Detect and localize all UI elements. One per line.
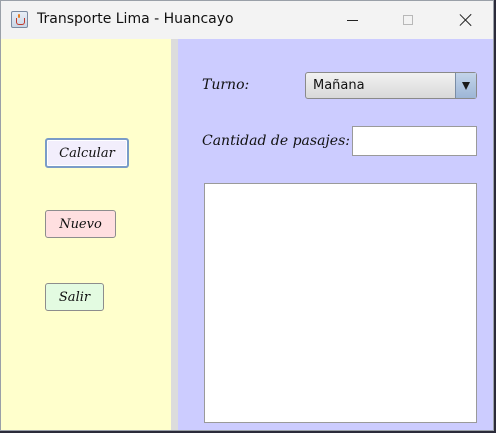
java-cup-icon bbox=[11, 11, 28, 28]
maximize-button[interactable] bbox=[385, 1, 431, 39]
turno-label: Turno: bbox=[202, 77, 250, 93]
cantidad-pasajes-input[interactable] bbox=[352, 126, 477, 156]
dropdown-arrow-icon[interactable] bbox=[455, 73, 476, 98]
cantidad-label: Cantidad de pasajes: bbox=[202, 133, 350, 149]
window-title: Transporte Lima - Huancayo bbox=[37, 11, 234, 27]
salir-button[interactable]: Salir bbox=[45, 283, 104, 311]
minimize-button[interactable] bbox=[329, 1, 375, 39]
minimize-icon bbox=[346, 19, 358, 21]
close-icon bbox=[459, 13, 473, 27]
panel-divider bbox=[171, 39, 178, 430]
close-button[interactable] bbox=[443, 1, 489, 39]
output-text-area[interactable] bbox=[204, 183, 477, 423]
title-bar[interactable]: Transporte Lima - Huancayo bbox=[1, 1, 493, 39]
nuevo-button[interactable]: Nuevo bbox=[45, 210, 116, 238]
maximize-icon bbox=[403, 15, 413, 25]
app-window: Transporte Lima - Huancayo Calcular Nuev… bbox=[0, 0, 494, 431]
calcular-button[interactable]: Calcular bbox=[45, 138, 129, 168]
button-panel: Calcular Nuevo Salir bbox=[1, 39, 171, 430]
form-panel: Turno: Mañana Cantidad de pasajes: bbox=[178, 39, 493, 430]
turno-selected-value: Mañana bbox=[313, 78, 365, 93]
turno-select[interactable]: Mañana bbox=[305, 72, 477, 99]
